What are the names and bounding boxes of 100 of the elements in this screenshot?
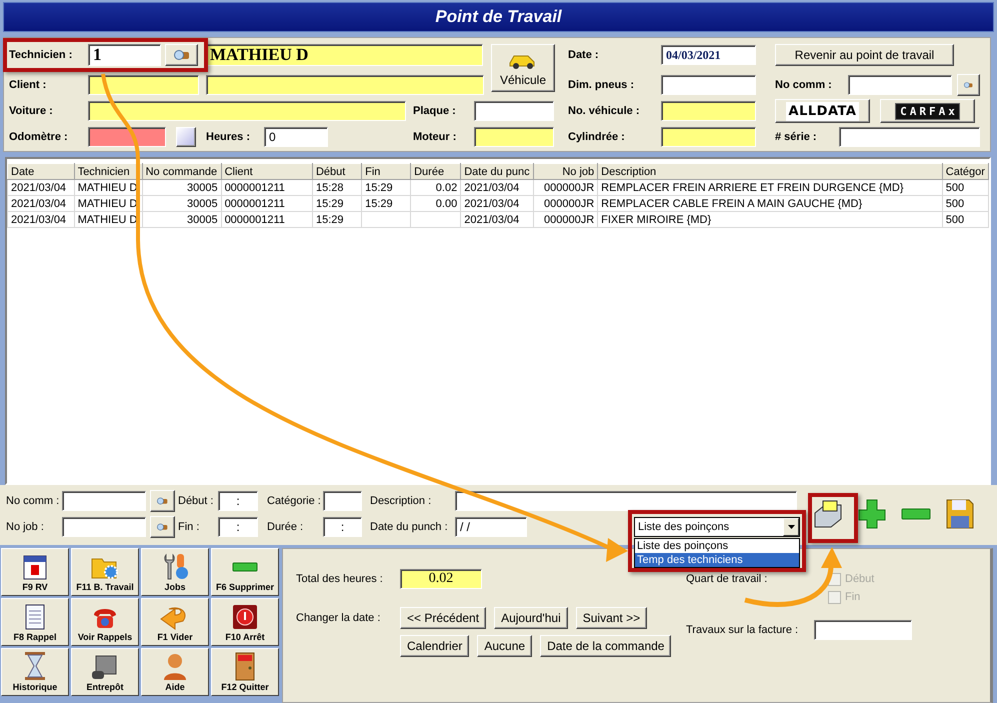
column-header[interactable]: Durée <box>410 164 461 180</box>
function-button[interactable]: Aide <box>141 648 209 696</box>
column-header[interactable]: Date du punc <box>460 164 534 180</box>
input-field[interactable] <box>839 127 980 147</box>
input-field[interactable]: : <box>323 517 362 537</box>
column-header[interactable]: Catégor <box>942 164 988 180</box>
dropdown-option[interactable]: Temp des techniciens <box>635 553 799 567</box>
table-cell: 15:29 <box>312 196 362 212</box>
lookup-button[interactable] <box>165 44 198 66</box>
input-field[interactable]: 04/03/2021 <box>661 45 756 65</box>
table-cell: 2021/03/04 <box>8 196 74 212</box>
column-header[interactable]: Début <box>312 164 362 180</box>
logo-text: CARFAx <box>895 102 960 120</box>
input-field[interactable] <box>474 127 554 147</box>
function-button[interactable]: Jobs <box>141 548 209 596</box>
input-field[interactable] <box>88 75 199 95</box>
date-button[interactable]: << Précédent <box>400 607 486 629</box>
field-label: No comm : <box>6 495 60 507</box>
date-button[interactable]: Suivant >> <box>576 607 648 629</box>
input-field[interactable] <box>206 75 484 95</box>
date-button[interactable]: Aujourd'hui <box>494 607 568 629</box>
table-cell: 30005 <box>142 196 222 212</box>
input-field[interactable] <box>814 620 912 640</box>
lookup-button[interactable] <box>957 74 980 96</box>
function-button[interactable]: F12 Quitter <box>211 648 279 696</box>
lookup-button[interactable] <box>150 516 175 538</box>
date-button[interactable]: Aucune <box>477 635 532 657</box>
field-label: Début : <box>178 495 214 507</box>
column-header[interactable]: No commande <box>142 164 222 180</box>
field-label: Durée : <box>267 521 304 533</box>
function-button[interactable]: F8 Rappel <box>1 598 69 646</box>
field-label: Fin : <box>178 521 200 533</box>
function-button[interactable]: Voir Rappels <box>71 598 139 646</box>
table-cell: 30005 <box>142 212 222 228</box>
input-field[interactable]: 0.02 <box>400 569 482 589</box>
plus-icon <box>857 498 887 530</box>
input-field[interactable]: / / <box>455 517 527 537</box>
checkbox-label: Début <box>845 573 874 585</box>
input-field[interactable] <box>62 491 146 511</box>
table-cell: 0000001211 <box>221 212 312 228</box>
flashlight-icon <box>174 48 190 62</box>
square-button[interactable] <box>176 127 196 147</box>
date-button[interactable]: Calendrier <box>400 635 470 657</box>
table-cell: REMPLACER CABLE FREIN A MAIN GAUCHE {MD} <box>598 196 942 212</box>
input-field[interactable] <box>848 75 952 95</box>
input-field[interactable] <box>88 127 166 147</box>
caret-icon <box>788 525 794 529</box>
vehicle-button[interactable]: Véhicule <box>491 44 555 92</box>
input-field[interactable] <box>474 101 554 121</box>
function-button[interactable]: F9 RV <box>1 548 69 596</box>
field-label: Cylindrée : <box>568 131 626 143</box>
field-label: # série : <box>775 131 818 143</box>
input-field[interactable]: MATHIEU D <box>205 44 483 66</box>
lookup-button[interactable] <box>150 490 175 512</box>
table-cell: 15:28 <box>312 180 362 196</box>
column-header[interactable]: Date <box>8 164 74 180</box>
table-cell: 500 <box>942 212 988 228</box>
window-title: Point de Travail <box>3 2 994 32</box>
table-cell: FIXER MIROIRE {MD} <box>598 212 942 228</box>
input-field[interactable] <box>661 101 756 121</box>
input-field[interactable] <box>661 127 756 147</box>
input-field[interactable]: : <box>218 491 258 511</box>
logo-button[interactable]: CARFAx <box>880 99 975 123</box>
column-header[interactable]: No job <box>533 164 598 180</box>
input-field[interactable] <box>62 517 146 537</box>
field-label: No job : <box>6 521 45 533</box>
input-field[interactable]: 1 <box>88 44 161 66</box>
function-button[interactable]: F10 Arrêt <box>211 598 279 646</box>
return-button[interactable]: Revenir au point de travail <box>775 44 954 66</box>
table-cell: 2021/03/04 <box>8 212 74 228</box>
input-field[interactable]: 0 <box>264 127 328 147</box>
dropdown-option[interactable]: Liste des poinçons <box>635 539 799 553</box>
floppy-icon <box>945 498 975 530</box>
date-button[interactable]: Date de la commande <box>540 635 672 657</box>
table-cell: 000000JR <box>533 196 598 212</box>
input-field[interactable] <box>323 491 362 511</box>
table-cell <box>362 212 411 228</box>
function-button[interactable]: F11 B. Travail <box>71 548 139 596</box>
calendar-icon <box>22 553 48 581</box>
field-label: Total des heures : <box>296 573 384 585</box>
field-label: No comm : <box>775 79 833 91</box>
function-button[interactable]: F6 Supprimer <box>211 548 279 596</box>
input-field[interactable]: : <box>218 517 258 537</box>
column-header[interactable]: Technicien <box>74 164 142 180</box>
input-field[interactable] <box>661 75 756 95</box>
function-button[interactable]: Historique <box>1 648 69 696</box>
field-label: Description : <box>370 495 432 507</box>
input-field[interactable] <box>455 491 797 511</box>
function-button[interactable]: Entrepôt <box>71 648 139 696</box>
input-field[interactable] <box>88 101 406 121</box>
column-header[interactable]: Fin <box>362 164 411 180</box>
logo-button[interactable]: ALLDATA <box>775 99 870 123</box>
table-cell: REMPLACER FREIN ARRIERE ET FREIN DURGENCE {MD} <box>598 180 942 196</box>
table-cell: 500 <box>942 196 988 212</box>
table-cell: 0000001211 <box>221 196 312 212</box>
stop-icon <box>231 603 259 631</box>
column-header[interactable]: Client <box>221 164 312 180</box>
checkbox-label: Fin <box>845 591 860 603</box>
function-button[interactable]: F1 Vider <box>141 598 209 646</box>
column-header[interactable]: Description <box>598 164 942 180</box>
